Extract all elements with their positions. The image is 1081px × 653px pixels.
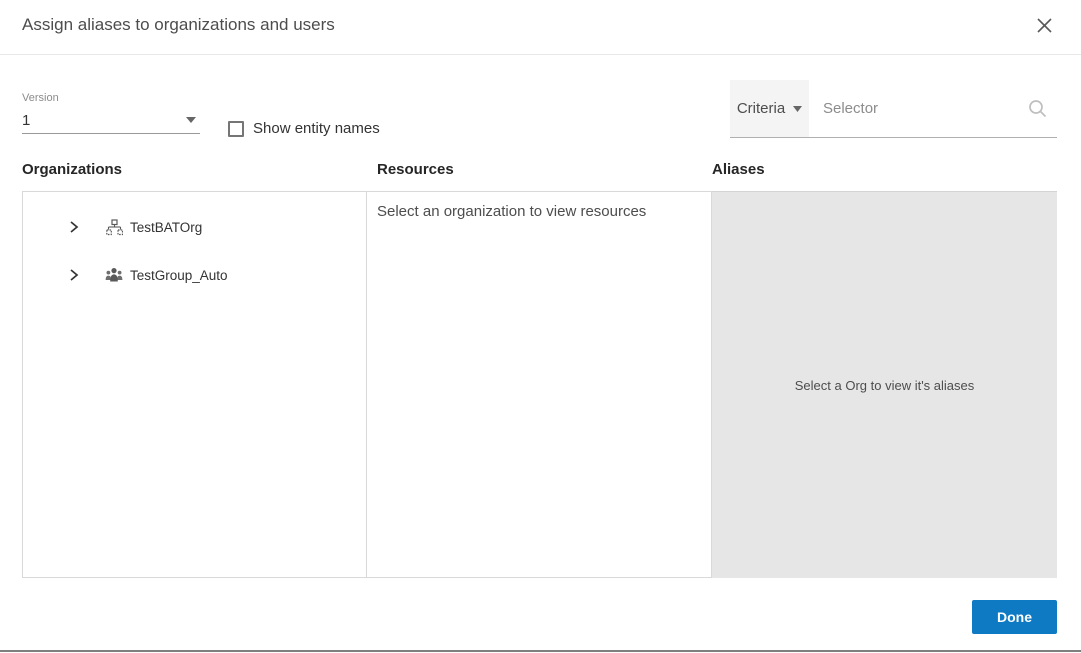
dialog-title: Assign aliases to organizations and user… bbox=[22, 15, 335, 35]
resources-header: Resources bbox=[377, 161, 454, 178]
tree-item-label: TestBATOrg bbox=[130, 220, 202, 235]
expand-chevron-icon[interactable] bbox=[67, 267, 81, 283]
tree-item-label: TestGroup_Auto bbox=[130, 268, 228, 283]
tree-item-testbatorg[interactable]: TestBATOrg bbox=[23, 214, 366, 240]
bottom-window-edge bbox=[0, 650, 1081, 652]
aliases-header: Aliases bbox=[712, 161, 765, 178]
aliases-empty-message: Select a Org to view it's aliases bbox=[795, 378, 975, 393]
search-group: Criteria bbox=[730, 80, 1057, 138]
organizations-header: Organizations bbox=[22, 161, 122, 178]
aliases-panel: Select a Org to view it's aliases bbox=[712, 191, 1057, 578]
version-label: Version bbox=[22, 92, 200, 104]
criteria-dropdown[interactable]: Criteria bbox=[730, 80, 809, 137]
panels: TestBATOrg bbox=[22, 191, 1057, 578]
search-icon bbox=[1028, 80, 1057, 137]
criteria-label: Criteria bbox=[737, 100, 785, 117]
dialog-header: Assign aliases to organizations and user… bbox=[0, 0, 1081, 55]
org-hierarchy-icon bbox=[105, 218, 123, 236]
version-value: 1 bbox=[22, 112, 30, 129]
assign-aliases-dialog: Assign aliases to organizations and user… bbox=[0, 0, 1081, 653]
show-entity-names-option[interactable]: Show entity names bbox=[228, 120, 380, 137]
group-icon bbox=[105, 266, 123, 284]
chevron-down-icon bbox=[793, 106, 802, 112]
tree-item-testgroup-auto[interactable]: TestGroup_Auto bbox=[23, 262, 366, 288]
close-icon bbox=[1036, 17, 1053, 34]
close-button[interactable] bbox=[1033, 14, 1055, 36]
show-entity-names-label: Show entity names bbox=[253, 120, 380, 137]
expand-chevron-icon[interactable] bbox=[67, 219, 81, 235]
selector-input[interactable] bbox=[809, 80, 1028, 137]
version-field: Version 1 bbox=[22, 92, 200, 134]
chevron-down-icon bbox=[186, 117, 196, 123]
resources-empty-message: Select an organization to view resources bbox=[377, 203, 701, 220]
resources-panel: Select an organization to view resources bbox=[367, 191, 712, 578]
version-select[interactable]: 1 bbox=[22, 109, 200, 134]
show-entity-names-checkbox[interactable] bbox=[228, 121, 244, 137]
done-button[interactable]: Done bbox=[972, 600, 1057, 634]
organizations-panel: TestBATOrg bbox=[22, 191, 367, 578]
